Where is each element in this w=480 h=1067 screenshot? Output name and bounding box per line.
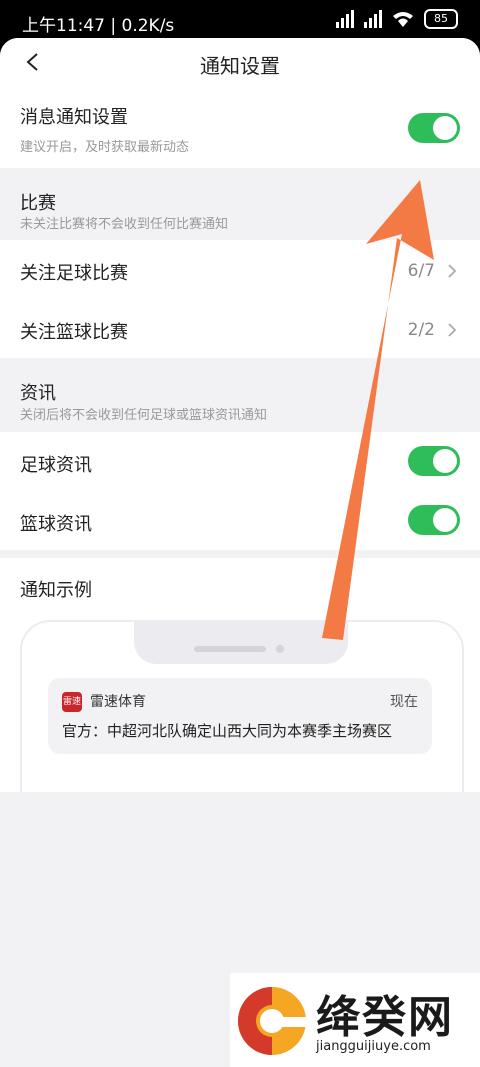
message-settings-toggle[interactable] (408, 113, 460, 143)
wifi-icon (393, 12, 413, 27)
basketball-news-toggle[interactable] (408, 505, 460, 535)
battery-indicator: 85 (424, 9, 458, 29)
match-section-header: 比赛 未关注比赛将不会收到任何比赛通知 (0, 168, 480, 240)
message-settings-subtitle: 建议开启，及时获取最新动态 (20, 140, 190, 155)
basketball-match-label: 关注篮球比赛 (20, 322, 128, 343)
news-section-subtitle: 关闭后将不会收到任何足球或篮球资讯通知 (20, 408, 268, 423)
watermark-logo-icon (238, 987, 306, 1055)
status-time: 上午11:47 | 0.2K/s (22, 16, 175, 36)
football-news-label: 足球资讯 (20, 455, 92, 476)
page-title: 通知设置 (200, 54, 280, 78)
signal-icon-2 (364, 10, 382, 28)
football-news-row: 足球资讯 (0, 432, 480, 490)
football-match-label: 关注足球比赛 (20, 263, 128, 284)
message-settings-title: 消息通知设置 (20, 107, 128, 128)
basketball-news-row: 篮球资讯 (0, 490, 480, 550)
football-match-row[interactable]: 关注足球比赛 6/7 (0, 240, 480, 298)
status-icons: 85 (336, 9, 458, 29)
basketball-news-label: 篮球资讯 (20, 514, 92, 535)
phone-notch (134, 620, 348, 664)
news-section-title: 资讯 (20, 383, 56, 404)
match-section-subtitle: 未关注比赛将不会收到任何比赛通知 (20, 217, 229, 232)
nav-bar: 通知设置 (0, 38, 480, 88)
chevron-right-icon (448, 264, 457, 278)
basketball-match-count: 2/2 (407, 320, 435, 340)
football-match-count: 6/7 (407, 261, 435, 281)
news-section-header: 资讯 关闭后将不会收到任何足球或篮球资讯通知 (0, 358, 480, 432)
app-screen: 通知设置 消息通知设置 建议开启，及时获取最新动态 比赛 未关注比赛将不会收到任… (0, 38, 480, 1067)
sample-notification: 雷速 雷速体育 现在 官方：中超河北队确定山西大同为本赛季主场赛区 (48, 678, 432, 754)
notification-example-title: 通知示例 (20, 580, 92, 601)
app-name: 雷速体育 (90, 694, 146, 710)
match-section-title: 比赛 (20, 193, 56, 214)
phone-mockup: 雷速 雷速体育 现在 官方：中超河北队确定山西大同为本赛季主场赛区 (20, 620, 464, 792)
watermark: 绛癸网 jiangguijiuye.com (230, 973, 480, 1067)
watermark-name: 绛癸网 (316, 992, 454, 1043)
chevron-right-icon (448, 323, 457, 337)
message-settings-row: 消息通知设置 建议开启，及时获取最新动态 (0, 88, 480, 168)
football-news-toggle[interactable] (408, 446, 460, 476)
notification-text: 官方：中超河北队确定山西大同为本赛季主场赛区 (62, 722, 393, 740)
signal-icon (336, 10, 354, 28)
basketball-match-row[interactable]: 关注篮球比赛 2/2 (0, 298, 480, 358)
notification-time: 现在 (390, 694, 418, 710)
app-logo-icon: 雷速 (62, 692, 82, 712)
watermark-url: jiangguijiuye.com (316, 1039, 431, 1054)
